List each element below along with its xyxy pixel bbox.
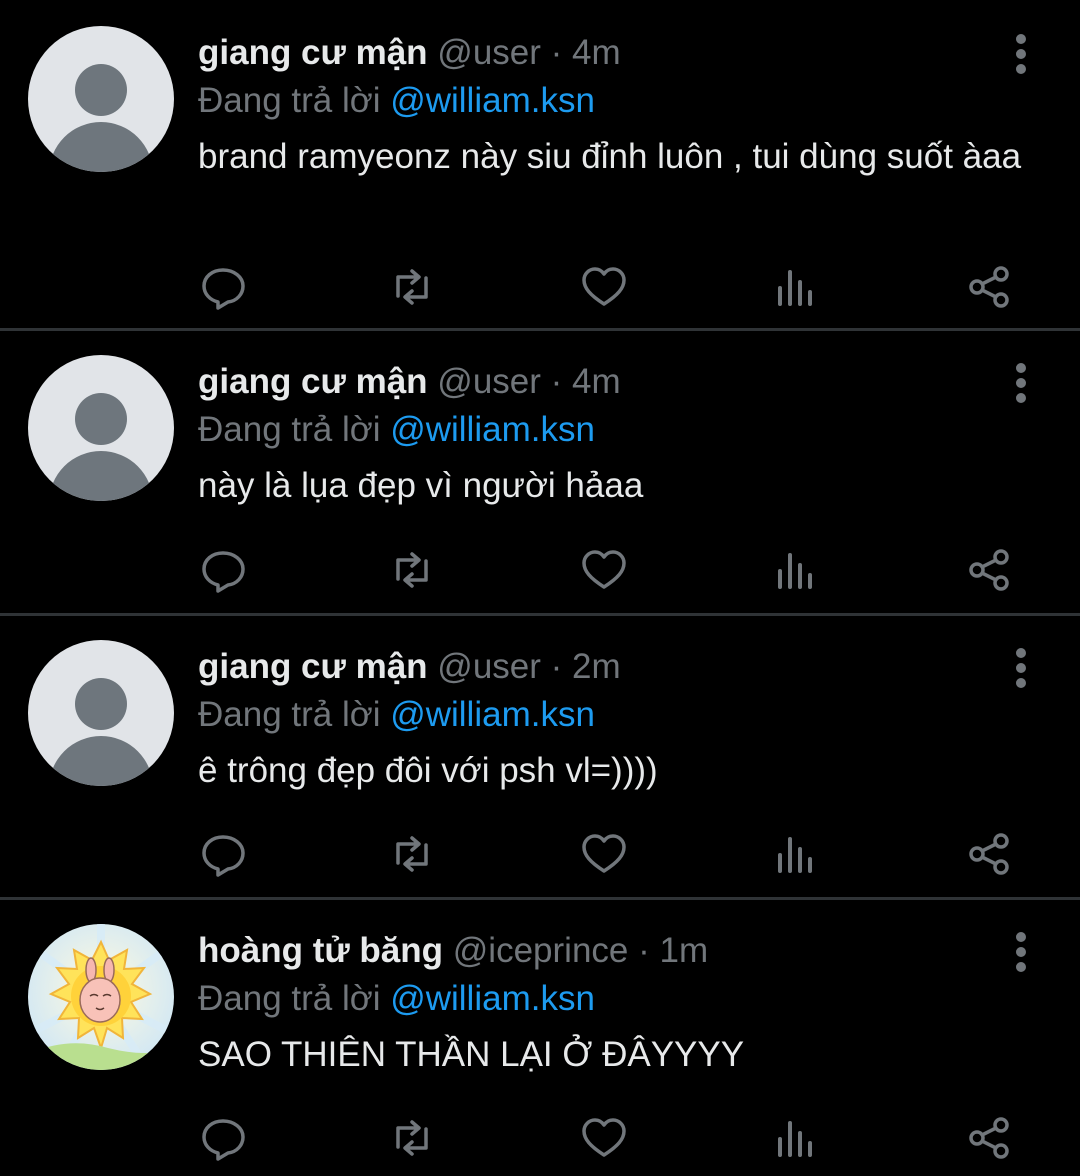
reply-prefix: Đang trả lời [198,81,381,120]
tweet[interactable]: giang cư mận @user · 4m Đang trả lời @wi… [0,0,1080,330]
sun-bunny-avatar[interactable] [28,924,174,1070]
display-name[interactable]: giang cư mận [198,33,428,72]
like-icon[interactable] [580,1115,628,1161]
tweet-text: brand ramyeonz này siu đỉnh luôn , tui d… [198,137,1022,176]
share-icon[interactable] [965,1115,1013,1161]
user-handle[interactable]: @user [437,33,541,72]
avatar[interactable] [28,355,174,501]
avatar-head [75,393,127,445]
avatar[interactable] [28,640,174,786]
action-bar [0,547,1080,593]
reply-mention[interactable]: @william.ksn [390,695,595,734]
action-bar [0,831,1080,877]
share-icon[interactable] [965,547,1013,593]
share-icon[interactable] [965,831,1013,877]
reply-mention[interactable]: @william.ksn [390,979,595,1018]
tweet[interactable]: giang cư mận @user · 2m Đang trả lời @wi… [0,616,1080,898]
sun-bunny-icon [28,924,174,1070]
analytics-icon[interactable] [772,1115,820,1161]
tweet[interactable]: hoàng tử băng @iceprince · 1m Đang trả l… [0,900,1080,1176]
action-bar [0,264,1080,310]
like-icon[interactable] [580,264,628,310]
user-handle[interactable]: @user [437,362,541,401]
more-options-icon[interactable] [1009,648,1033,688]
tweet[interactable]: giang cư mận @user · 4m Đang trả lời @wi… [0,331,1080,614]
reply-prefix: Đang trả lời [198,695,381,734]
user-handle[interactable]: @iceprince [453,931,629,970]
avatar-body [49,451,153,501]
like-icon[interactable] [580,547,628,593]
avatar[interactable] [28,26,174,172]
separator-dot: · [550,647,563,686]
retweet-icon[interactable] [388,264,436,310]
retweet-icon[interactable] [388,831,436,877]
reply-prefix: Đang trả lời [198,979,381,1018]
user-handle[interactable]: @user [437,647,541,686]
more-options-icon[interactable] [1009,932,1033,972]
tweet-text: này là lụa đẹp vì người hảaa [198,466,644,505]
reply-mention[interactable]: @william.ksn [390,81,595,120]
retweet-icon[interactable] [388,1115,436,1161]
display-name[interactable]: giang cư mận [198,362,428,401]
separator-dot: · [550,362,563,401]
reply-prefix: Đang trả lời [198,410,381,449]
avatar-body [49,736,153,786]
share-icon[interactable] [965,264,1013,310]
like-icon[interactable] [580,831,628,877]
retweet-icon[interactable] [388,547,436,593]
separator-dot: · [550,33,563,72]
analytics-icon[interactable] [772,831,820,877]
reply-mention[interactable]: @william.ksn [390,410,595,449]
more-options-icon[interactable] [1009,34,1033,74]
reply-icon[interactable] [199,547,247,593]
action-bar [0,1115,1080,1161]
avatar-body [49,122,153,172]
analytics-icon[interactable] [772,264,820,310]
timestamp[interactable]: 1m [660,931,709,970]
more-options-icon[interactable] [1009,363,1033,403]
avatar-head [75,678,127,730]
reply-icon[interactable] [199,831,247,877]
reply-icon[interactable] [199,264,247,310]
tweet-text: SAO THIÊN THẦN LẠI Ở ĐÂYYYY [198,1035,745,1074]
separator-dot: · [638,931,650,970]
avatar-head [75,64,127,116]
timestamp[interactable]: 4m [572,362,621,401]
analytics-icon[interactable] [772,547,820,593]
timestamp[interactable]: 2m [572,647,621,686]
tweet-text: ê trông đẹp đôi với psh vl=)))) [198,751,658,790]
reply-icon[interactable] [199,1115,247,1161]
timestamp[interactable]: 4m [572,33,621,72]
display-name[interactable]: giang cư mận [198,647,428,686]
display-name[interactable]: hoàng tử băng [198,931,443,970]
